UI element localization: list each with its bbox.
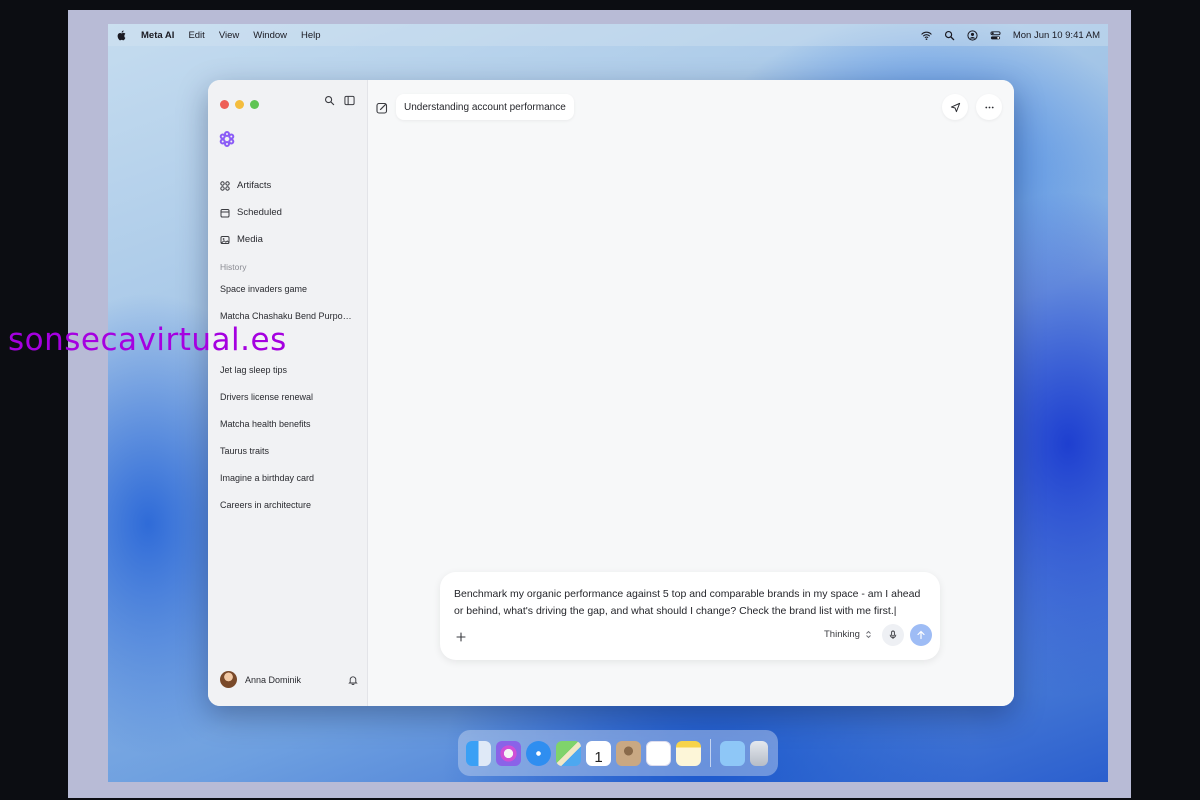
- control-center-icon[interactable]: [990, 30, 1001, 41]
- bell-icon[interactable]: [348, 675, 358, 685]
- history-list: Space invaders game Matcha Chashaku Bend…: [220, 282, 360, 525]
- send-share-icon: [950, 102, 960, 112]
- menu-bar-status: Mon Jun 10 9:41 AM: [921, 30, 1100, 41]
- voice-input-button[interactable]: [882, 624, 904, 646]
- calendar-app-day: 1: [594, 748, 603, 766]
- search-icon[interactable]: [324, 95, 335, 106]
- window-controls: [220, 100, 259, 109]
- notes-icon[interactable]: [676, 740, 701, 766]
- image-icon: [220, 235, 230, 244]
- sidebar: Artifacts Scheduled Media History Space …: [208, 80, 368, 706]
- minimize-window-button[interactable]: [235, 100, 244, 109]
- model-mode-selector[interactable]: Thinking: [824, 629, 872, 640]
- history-item[interactable]: Imagine a birthday card: [220, 471, 360, 498]
- calendar-icon: [220, 208, 230, 217]
- history-item[interactable]: Matcha health benefits: [220, 417, 360, 444]
- history-item[interactable]: Drivers license renewal: [220, 390, 360, 417]
- trash-icon[interactable]: [750, 740, 768, 766]
- contacts-icon[interactable]: [616, 740, 641, 766]
- dock-separator: [710, 739, 711, 767]
- history-item[interactable]: Careers in architecture: [220, 498, 360, 525]
- sidebar-tools: [324, 95, 355, 106]
- send-button[interactable]: [910, 624, 932, 646]
- share-button[interactable]: [942, 94, 968, 120]
- maps-icon[interactable]: [556, 740, 581, 766]
- toggle-sidebar-icon[interactable]: [344, 95, 355, 106]
- model-mode-label: Thinking: [824, 629, 860, 640]
- chat-area: Understanding account performance Benchm…: [368, 80, 1014, 706]
- photos-icon[interactable]: [496, 740, 521, 766]
- desktop: Meta AI Edit View Window Help Mon Jun 10…: [108, 24, 1108, 782]
- sidebar-item-label: Scheduled: [237, 207, 282, 218]
- menu-app-name[interactable]: Meta AI: [141, 30, 174, 41]
- profile-name: Anna Dominik: [245, 674, 302, 685]
- avatar[interactable]: [220, 671, 237, 688]
- new-chat-icon[interactable]: [376, 102, 388, 114]
- history-item[interactable]: Jet lag sleep tips: [220, 363, 360, 390]
- user-account-icon[interactable]: [967, 29, 978, 41]
- safari-icon[interactable]: [526, 740, 551, 766]
- menu-bar-datetime[interactable]: Mon Jun 10 9:41 AM: [1013, 30, 1100, 41]
- zoom-window-button[interactable]: [250, 100, 259, 109]
- sidebar-item-artifacts[interactable]: Artifacts: [220, 172, 282, 199]
- conversation-title[interactable]: Understanding account performance: [396, 94, 574, 120]
- calendar-app-icon[interactable]: 1: [586, 740, 611, 766]
- menu-bar: Meta AI Edit View Window Help Mon Jun 10…: [108, 24, 1108, 46]
- reminders-icon[interactable]: [646, 740, 671, 766]
- meta-ai-window: Artifacts Scheduled Media History Space …: [208, 80, 1014, 706]
- wifi-icon[interactable]: [921, 30, 932, 41]
- menu-view[interactable]: View: [219, 30, 239, 41]
- message-composer[interactable]: Benchmark my organic performance against…: [440, 572, 940, 660]
- watermark-text: sonsecavirtual.es: [8, 322, 287, 358]
- history-item[interactable]: Space invaders game: [220, 282, 360, 309]
- close-window-button[interactable]: [220, 100, 229, 109]
- dock: 1: [458, 730, 778, 776]
- menu-help[interactable]: Help: [301, 30, 321, 41]
- sidebar-item-scheduled[interactable]: Scheduled: [220, 199, 282, 226]
- sidebar-item-media[interactable]: Media: [220, 226, 282, 253]
- sidebar-item-label: Media: [237, 234, 263, 245]
- menu-window[interactable]: Window: [253, 30, 287, 41]
- history-heading: History: [220, 262, 247, 272]
- more-options-button[interactable]: [976, 94, 1002, 120]
- finder-icon[interactable]: [466, 740, 491, 766]
- message-input[interactable]: Benchmark my organic performance against…: [454, 586, 924, 620]
- chevron-up-down-icon: [866, 630, 871, 639]
- microphone-icon: [889, 630, 897, 639]
- menu-edit[interactable]: Edit: [188, 30, 204, 41]
- profile-row[interactable]: Anna Dominik: [220, 671, 358, 688]
- history-item[interactable]: Taurus traits: [220, 444, 360, 471]
- artifacts-icon: [220, 180, 230, 191]
- sidebar-item-label: Artifacts: [237, 180, 272, 191]
- arrow-up-icon: [917, 630, 925, 640]
- sidebar-nav: Artifacts Scheduled Media: [220, 172, 282, 253]
- chat-toolbar: [942, 94, 1002, 120]
- spotlight-search-icon[interactable]: [944, 30, 955, 41]
- folder-icon[interactable]: [720, 740, 745, 766]
- meta-ai-logo-icon[interactable]: [218, 130, 236, 148]
- ellipsis-icon: [984, 106, 994, 108]
- plus-icon[interactable]: [456, 632, 466, 642]
- apple-logo-icon[interactable]: [116, 30, 127, 41]
